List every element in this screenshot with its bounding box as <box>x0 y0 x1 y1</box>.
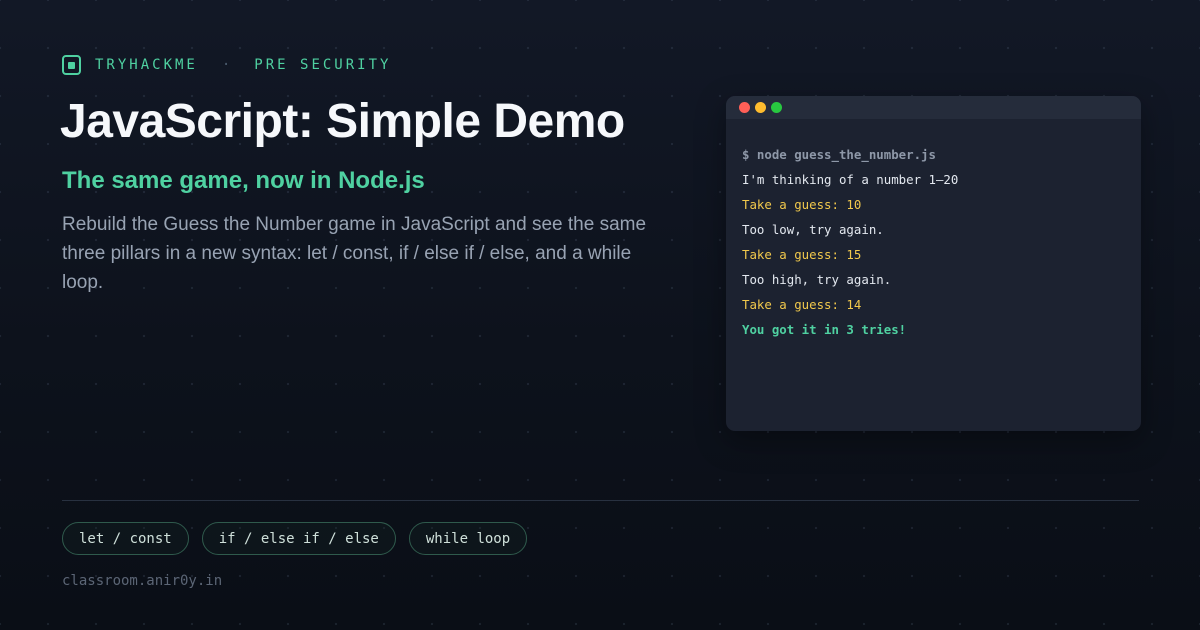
page-title: JavaScript: Simple Demo <box>60 95 625 148</box>
terminal-output-line: I'm thinking of a number 1–20 <box>742 172 959 187</box>
maximize-dot-icon <box>771 102 782 113</box>
terminal-output-line: Too high, try again. <box>742 272 892 287</box>
terminal-window: $ node guess_the_number.js I'm thinking … <box>726 96 1141 431</box>
terminal-guess-line: Take a guess: 15 <box>742 247 862 262</box>
page-subtitle: The same game, now in Node.js <box>62 167 425 194</box>
terminal-guess-line: Take a guess: 14 <box>742 297 862 312</box>
terminal-title-bar <box>726 96 1141 119</box>
brand-name: TRYHACKME <box>95 57 198 73</box>
footer-url: classroom.anir0y.in <box>62 573 223 589</box>
tag-chip: while loop <box>408 522 528 555</box>
tag-chip: if / else if / else <box>201 522 396 555</box>
brand-row: TRYHACKME · PRE SECURITY <box>62 55 391 75</box>
terminal-output: $ node guess_the_number.js I'm thinking … <box>726 119 1141 342</box>
brand-separator: · <box>221 57 231 73</box>
terminal-output-line: Too low, try again. <box>742 222 884 237</box>
minimize-dot-icon <box>755 102 766 113</box>
chip-icon <box>62 55 81 75</box>
terminal-guess-line: Take a guess: 10 <box>742 197 862 212</box>
terminal-command-line: $ node guess_the_number.js <box>742 147 936 162</box>
brand-section: PRE SECURITY <box>254 57 392 73</box>
page-description: Rebuild the Guess the Number game in Jav… <box>62 214 647 293</box>
divider <box>62 500 1139 501</box>
tag-chip: let / const <box>62 522 189 555</box>
tag-list: let / const if / else if / else while lo… <box>62 522 528 555</box>
terminal-success-line: You got it in 3 tries! <box>742 322 907 337</box>
close-dot-icon <box>739 102 750 113</box>
